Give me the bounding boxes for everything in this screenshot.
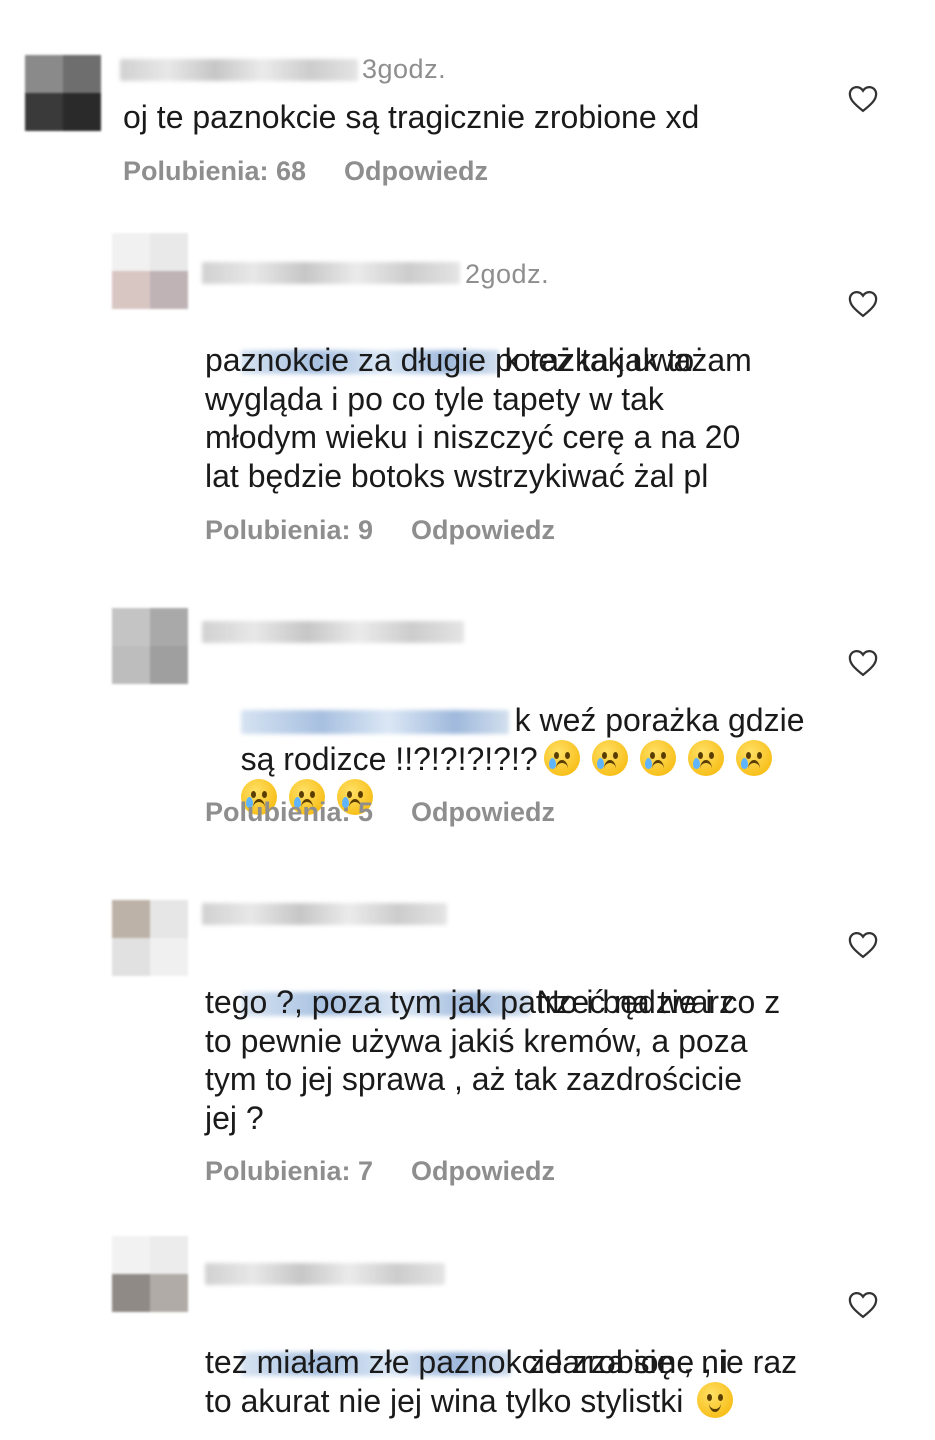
comment-time: 2godz.	[465, 259, 550, 289]
avatar[interactable]	[112, 900, 188, 976]
comment-text: tez miałam złe paznokcie zrobione , i to…	[205, 1343, 739, 1420]
comment-meta: Polubienia: 68 Odpowiedz	[123, 156, 488, 187]
heart-outline-icon[interactable]	[848, 649, 878, 677]
comment-text: oj te paznokcie są tragicznie zrobione x…	[123, 99, 700, 135]
reply-button[interactable]: Odpowiedz	[411, 797, 555, 827]
avatar[interactable]	[112, 608, 188, 684]
heart-outline-icon[interactable]	[848, 85, 878, 113]
crying-face-icon	[591, 739, 628, 776]
heart-outline-icon[interactable]	[848, 1291, 878, 1319]
crying-face-icon	[639, 739, 676, 776]
avatar[interactable]	[112, 1236, 188, 1312]
likes-count[interactable]: Polubienia: 68	[123, 156, 306, 186]
reply-button[interactable]: Odpowiedz	[344, 156, 488, 186]
heart-outline-icon[interactable]	[848, 290, 878, 318]
username-blurred[interactable]	[202, 621, 464, 643]
winking-face-icon	[697, 1381, 734, 1418]
crying-face-icon	[543, 739, 580, 776]
crying-face-icon	[735, 739, 772, 776]
crying-face-icon	[687, 739, 724, 776]
avatar[interactable]	[25, 55, 101, 131]
likes-count[interactable]: Polubienia: 9	[205, 515, 373, 545]
comment-time: 3godz.	[362, 54, 447, 84]
comment-meta: Polubienia: 7 Odpowiedz	[205, 1156, 555, 1187]
comment-text-rest: tez miałam złe paznokcie zrobione , i to…	[205, 1344, 728, 1419]
comment-meta: Polubienia: 5 Odpowiedz	[205, 797, 555, 828]
username-blurred[interactable]	[202, 903, 447, 925]
reply-button[interactable]: Odpowiedz	[411, 515, 555, 545]
likes-count[interactable]: Polubienia: 7	[205, 1156, 373, 1186]
username-blurred[interactable]	[120, 59, 358, 81]
heart-outline-icon[interactable]	[848, 931, 878, 959]
username-blurred[interactable]	[205, 1263, 445, 1285]
username-blurred[interactable]	[202, 262, 460, 284]
avatar[interactable]	[112, 233, 188, 309]
likes-count[interactable]: Polubienia: 5	[205, 797, 373, 827]
reply-button[interactable]: Odpowiedz	[411, 1156, 555, 1186]
comment-text: paznokcie za długie porażka jak to wyglą…	[205, 342, 741, 494]
comment-meta: Polubienia: 9 Odpowiedz	[205, 515, 555, 546]
comment-text: tego ?, poza tym jak patrzeć na twarz to…	[205, 984, 748, 1136]
